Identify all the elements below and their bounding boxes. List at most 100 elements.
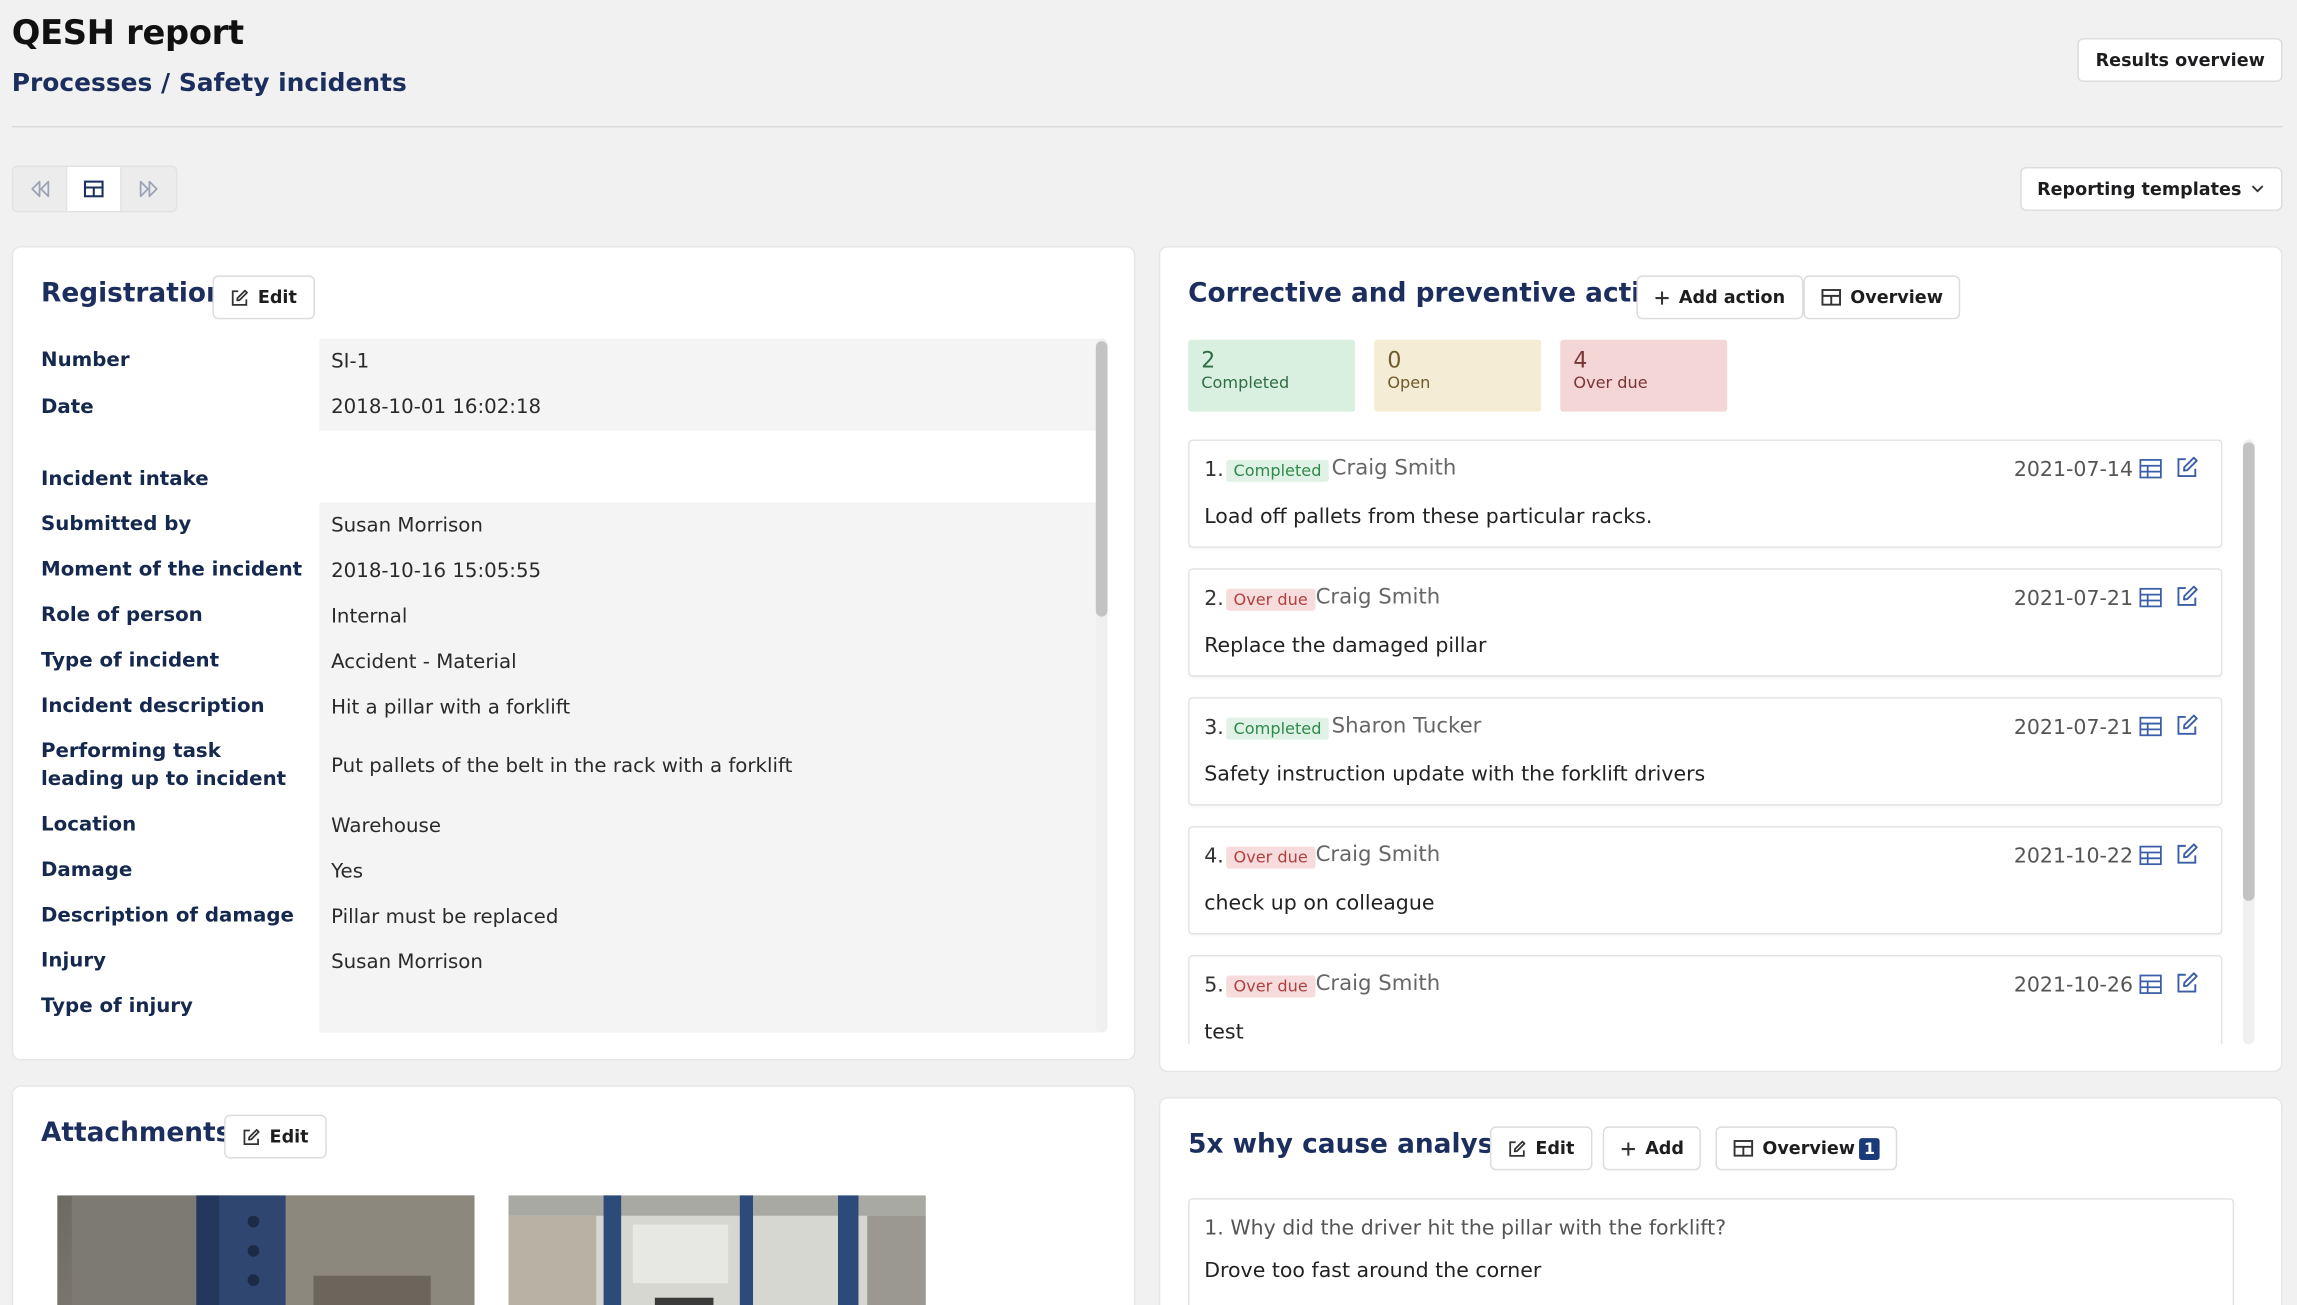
action-edit-button[interactable]: [2176, 842, 2199, 871]
action-overview-button[interactable]: [2139, 844, 2162, 872]
field-row: Role of person Internal: [41, 593, 1099, 639]
scrollbar-thumb[interactable]: [1095, 341, 1108, 617]
field-value: [319, 456, 1098, 503]
action-edit-button[interactable]: [2176, 971, 2199, 1000]
field-value: Put pallets of the belt in the rack with…: [319, 729, 1099, 803]
action-number: 1.: [1204, 458, 1224, 482]
edit-icon: [2177, 843, 2198, 864]
attachment-image[interactable]: [57, 1195, 475, 1305]
why-add-button[interactable]: Add: [1602, 1126, 1702, 1171]
breadcrumb[interactable]: Processes / Safety incidents: [12, 69, 407, 98]
results-overview-label: Results overview: [2095, 49, 2265, 71]
actions-list[interactable]: 1. Completed Craig Smith 2021-07-14 Load…: [1188, 439, 2223, 1045]
reporting-templates-dropdown[interactable]: Reporting templates: [2019, 166, 2283, 211]
warehouse-photo-image: [57, 1195, 475, 1305]
why-edit-button[interactable]: Edit: [1489, 1126, 1592, 1171]
table-icon: [2139, 716, 2162, 737]
field-row: Injury Susan Morrison: [41, 938, 1099, 985]
action-edit-button[interactable]: [2176, 584, 2199, 613]
field-label: Date: [41, 394, 94, 419]
why-overview-button[interactable]: Overview 1: [1715, 1126, 1898, 1171]
attachments-title: Attachments: [41, 1117, 232, 1149]
edit-icon: [2177, 972, 2198, 993]
corrective-actions-title: Corrective and preventive actions: [1188, 278, 1693, 310]
action-description: test: [1204, 1020, 1244, 1045]
field-row: Number SI-1: [41, 338, 1099, 384]
table-icon: [2139, 587, 2162, 608]
status-badge: Completed: [1226, 717, 1329, 740]
status-badge: Over due: [1226, 846, 1316, 869]
action-description: check up on colleague: [1204, 892, 1435, 916]
field-label: Incident description: [41, 694, 265, 718]
results-overview-button[interactable]: Results overview: [2078, 38, 2283, 83]
field-value: Hit a pillar with a forklift: [319, 684, 1099, 730]
table-view-button[interactable]: [67, 166, 122, 211]
registration-fields[interactable]: Number SI-1 Date 2018-10-01 16:02:18 Inc…: [41, 338, 1099, 1033]
table-icon: [1821, 289, 1841, 306]
field-value: Pillar must be replaced: [319, 893, 1099, 939]
why-analysis-title: 5x why cause analysis: [1188, 1129, 1519, 1161]
action-date: 2021-07-14: [2013, 458, 2134, 482]
action-description: Safety instruction update with the forkl…: [1204, 763, 1706, 787]
action-edit-button[interactable]: [2176, 456, 2199, 485]
field-label: Type of incident: [41, 648, 220, 673]
scrollbar-thumb[interactable]: [2242, 442, 2255, 901]
action-item[interactable]: 5. Over due Craig Smith 2021-10-26 test: [1188, 954, 2223, 1045]
action-item[interactable]: 4. Over due Craig Smith 2021-10-22 check…: [1188, 826, 2223, 935]
add-action-button[interactable]: Add action: [1636, 275, 1803, 320]
reporting-templates-label: Reporting templates: [2037, 178, 2242, 200]
attachments-edit-button[interactable]: Edit: [224, 1114, 327, 1159]
field-row: Performing task leading up to incident P…: [41, 729, 1099, 803]
table-icon: [2139, 974, 2162, 994]
stat-count: 0: [1387, 347, 1402, 374]
plus-icon: [1621, 1141, 1635, 1155]
edit-icon: [2177, 456, 2198, 477]
field-label: Description of damage: [41, 903, 294, 928]
action-overview-button[interactable]: [2139, 457, 2162, 485]
field-value: 2018-10-16 15:05:55: [319, 547, 1099, 594]
action-item[interactable]: 3. Completed Sharon Tucker 2021-07-21 Sa…: [1188, 697, 2223, 806]
status-badge: Completed: [1226, 459, 1329, 482]
stat-open[interactable]: 0 Open: [1374, 339, 1542, 412]
next-record-button[interactable]: [121, 166, 176, 211]
stat-label: Completed: [1201, 373, 1290, 393]
skip-forward-icon: [139, 180, 157, 198]
field-value: Susan Morrison: [319, 502, 1099, 548]
status-badge: Over due: [1226, 975, 1316, 998]
why-question: 1. Why did the driver hit the pillar wit…: [1204, 1217, 1727, 1241]
action-overview-button[interactable]: [2139, 715, 2162, 743]
actions-overview-button[interactable]: Overview: [1803, 275, 1961, 320]
field-label: Type of injury: [41, 994, 193, 1018]
previous-record-button[interactable]: [13, 166, 68, 211]
action-number: 5.: [1204, 974, 1224, 998]
action-overview-button[interactable]: [2139, 586, 2162, 614]
why-add-label: Add: [1645, 1138, 1684, 1159]
action-overview-button[interactable]: [2139, 973, 2162, 1001]
attachments-edit-label: Edit: [269, 1126, 309, 1147]
warehouse-photo-image: [508, 1195, 926, 1305]
action-description: Replace the damaged pillar: [1204, 634, 1487, 658]
attachment-image[interactable]: [508, 1195, 926, 1305]
page-title: QESH report: [11, 14, 244, 53]
stat-overdue[interactable]: 4 Over due: [1560, 339, 1728, 412]
action-edit-button[interactable]: [2176, 713, 2199, 742]
action-item[interactable]: 1. Completed Craig Smith 2021-07-14 Load…: [1188, 439, 2223, 548]
add-action-label: Add action: [1678, 287, 1786, 308]
registration-edit-button[interactable]: Edit: [212, 275, 315, 320]
field-row: Incident description Hit a pillar with a…: [41, 684, 1099, 730]
actions-scrollbar[interactable]: [2242, 439, 2255, 1045]
registration-scrollbar[interactable]: [1095, 338, 1108, 1033]
section-heading-row: Incident intake: [41, 456, 1099, 503]
field-value: Yes: [319, 848, 1099, 894]
table-icon: [2139, 845, 2162, 866]
field-row: [41, 1029, 1099, 1033]
edit-icon: [2177, 714, 2198, 735]
action-assignee: Craig Smith: [1315, 972, 1441, 996]
action-assignee: Craig Smith: [1315, 843, 1441, 868]
action-item[interactable]: 2. Over due Craig Smith 2021-07-21 Repla…: [1188, 568, 2223, 677]
why-item[interactable]: 1. Why did the driver hit the pillar wit…: [1188, 1198, 2235, 1305]
field-label: Submitted by: [41, 512, 192, 537]
field-label: Moment of the incident: [41, 558, 303, 582]
field-value: Warehouse: [319, 802, 1099, 849]
stat-completed[interactable]: 2 Completed: [1188, 339, 1356, 412]
